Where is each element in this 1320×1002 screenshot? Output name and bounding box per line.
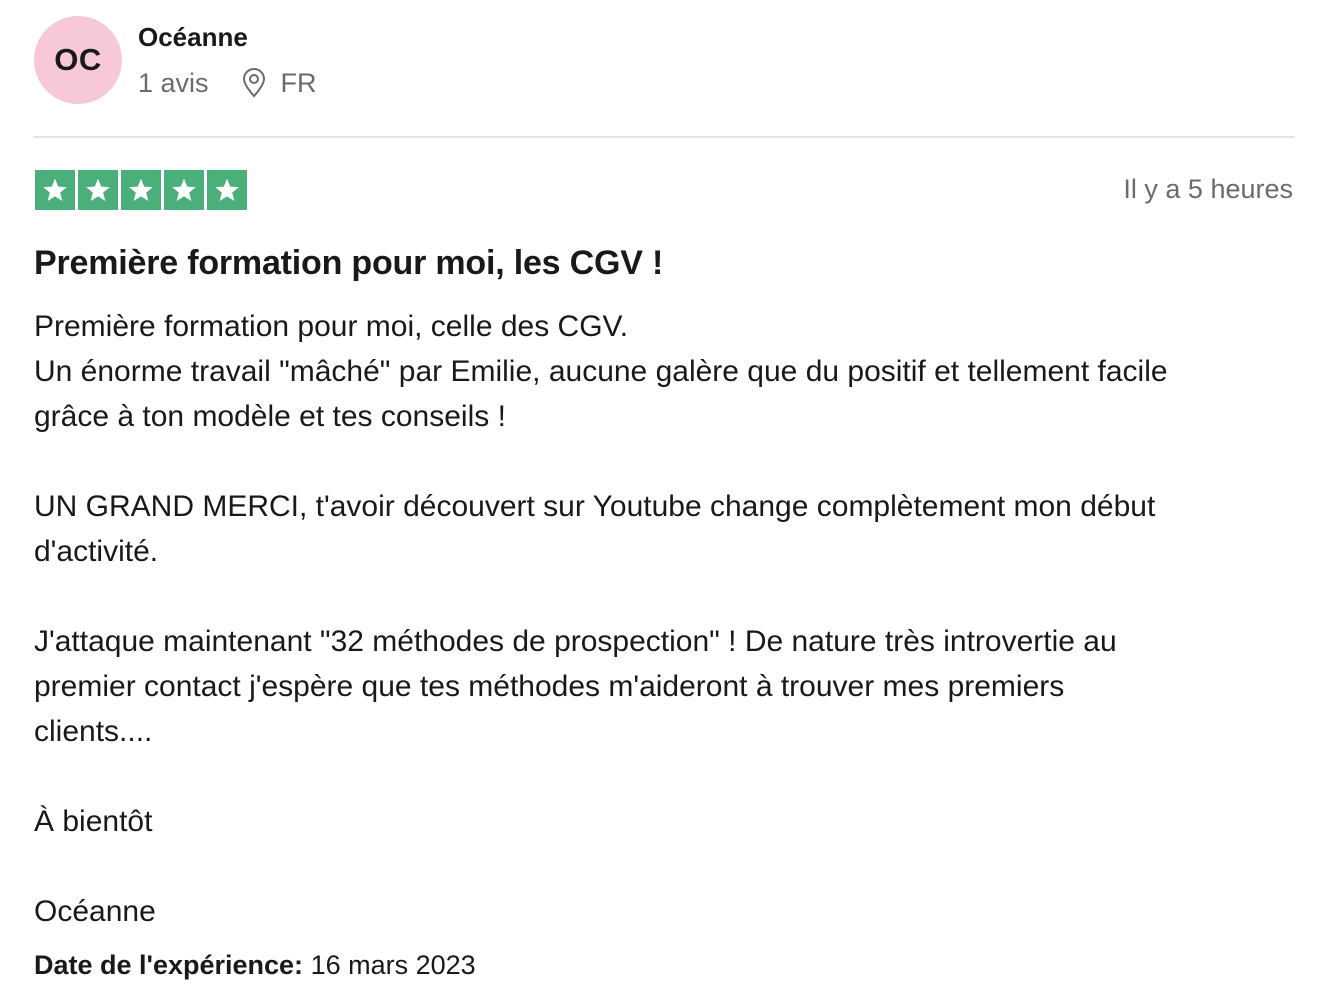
review-line: Océanne: [34, 895, 156, 928]
divider: [34, 136, 1294, 138]
star-icon: [164, 170, 204, 210]
reviewer-name[interactable]: Océanne: [138, 22, 248, 53]
experience-date: Date de l'expérience: 16 mars 2023: [34, 950, 476, 981]
review-line: d'activité.: [34, 535, 159, 568]
review-paragraph: Océanne: [34, 889, 1294, 934]
star-rating: [35, 170, 247, 210]
avatar[interactable]: OC: [34, 16, 122, 104]
review-line: clients....: [34, 715, 153, 748]
review-line: À bientôt: [34, 805, 153, 838]
review-line: grâce à ton modèle et tes conseils !: [34, 400, 506, 433]
review-count: 1 avis: [138, 67, 209, 98]
review-paragraph: J'attaque maintenant "32 méthodes de pro…: [34, 619, 1294, 754]
experience-date-label: Date de l'expérience:: [34, 950, 304, 980]
location-pin-icon: [241, 68, 267, 98]
review-line: UN GRAND MERCI, t'avoir découvert sur Yo…: [34, 490, 1156, 523]
star-icon: [78, 170, 118, 210]
review-line: Première formation pour moi, celle des C…: [34, 310, 629, 343]
review-paragraph: Première formation pour moi, celle des C…: [34, 304, 1294, 439]
reviewer-country: FR: [280, 67, 317, 98]
review-time-ago: Il y a 5 heures: [1123, 174, 1293, 204]
reviewer-header: OC Océanne 1 avis FR: [34, 16, 734, 106]
review-title[interactable]: Première formation pour moi, les CGV !: [34, 244, 663, 283]
review-card: OC Océanne 1 avis FR Il y a 5 heures Pre…: [34, 0, 1294, 1002]
reviewer-meta: 1 avis FR: [138, 66, 317, 100]
experience-date-value: 16 mars 2023: [310, 950, 476, 980]
review-paragraph: À bientôt: [34, 799, 1294, 844]
avatar-initials: OC: [54, 42, 102, 77]
review-line: premier contact j'espère que tes méthode…: [34, 670, 1065, 703]
review-line: J'attaque maintenant "32 méthodes de pro…: [34, 625, 1117, 658]
star-icon: [121, 170, 161, 210]
star-icon: [207, 170, 247, 210]
review-line: Un énorme travail "mâché" par Emilie, au…: [34, 355, 1168, 388]
review-paragraph: UN GRAND MERCI, t'avoir découvert sur Yo…: [34, 484, 1294, 574]
review-body: Première formation pour moi, celle des C…: [34, 304, 1294, 934]
star-icon: [35, 170, 75, 210]
